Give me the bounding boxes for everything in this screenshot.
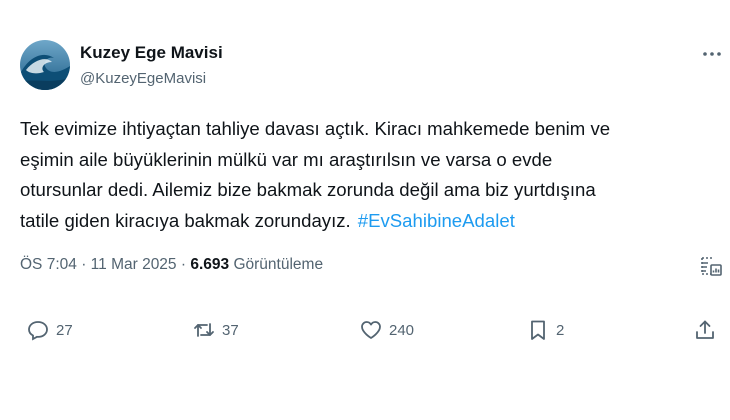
meta-separator: · (180, 256, 187, 273)
display-name[interactable]: Kuzey Ege Mavisi (80, 43, 223, 63)
tweet-meta: ÖS 7:04 · 11 Mar 2025 · 6.693 Görüntülem… (20, 256, 323, 274)
tweet-text: Tek evimize ihtiyaçtan tahliye davası aç… (20, 114, 710, 236)
reply-button[interactable]: 27 (26, 313, 73, 347)
tweet-time[interactable]: ÖS 7:04 (20, 256, 77, 273)
bookmark-button[interactable]: 2 (526, 313, 564, 347)
tweet-actions: 27 37 240 2 (0, 313, 730, 347)
bookmark-count: 2 (556, 321, 565, 339)
meta-separator: · (81, 256, 87, 273)
heart-icon (361, 321, 381, 339)
tweet-line: eşimin aile büyüklerinin mülkü var mı ar… (20, 148, 553, 170)
repost-button[interactable]: 37 (192, 313, 239, 347)
repost-icon (194, 323, 214, 337)
tweet-line: Tek evimize ihtiyaçtan tahliye davası aç… (20, 118, 611, 139)
wave-avatar-image (20, 40, 70, 90)
tweet-line: tatile giden kiracıya bakmak zorundayız.… (20, 206, 710, 237)
more-dots-icon[interactable] (700, 42, 724, 66)
bookmark-icon (531, 320, 545, 340)
avatar[interactable] (20, 40, 70, 90)
tweet-line-text: tatile giden kiracıya bakmak zorundayız. (20, 209, 351, 231)
like-count: 240 (389, 321, 415, 339)
views-label: Görüntüleme (233, 256, 324, 273)
user-handle[interactable]: @KuzeyEgeMavisi (80, 70, 206, 87)
share-button[interactable] (693, 313, 717, 347)
analytics-icon[interactable] (698, 253, 724, 279)
tweet-date[interactable]: 11 Mar 2025 (91, 256, 177, 273)
tweet-line: otursunlar dedi. Ailemiz bize bakmak zor… (20, 179, 596, 200)
hashtag-link[interactable]: #EvSahibineAdalet (358, 210, 515, 231)
reply-icon (28, 321, 48, 341)
share-icon (696, 320, 714, 339)
views-count: 6.693 (190, 256, 230, 273)
reply-count: 27 (56, 321, 73, 339)
like-button[interactable]: 240 (359, 313, 414, 347)
repost-count: 37 (222, 321, 239, 339)
